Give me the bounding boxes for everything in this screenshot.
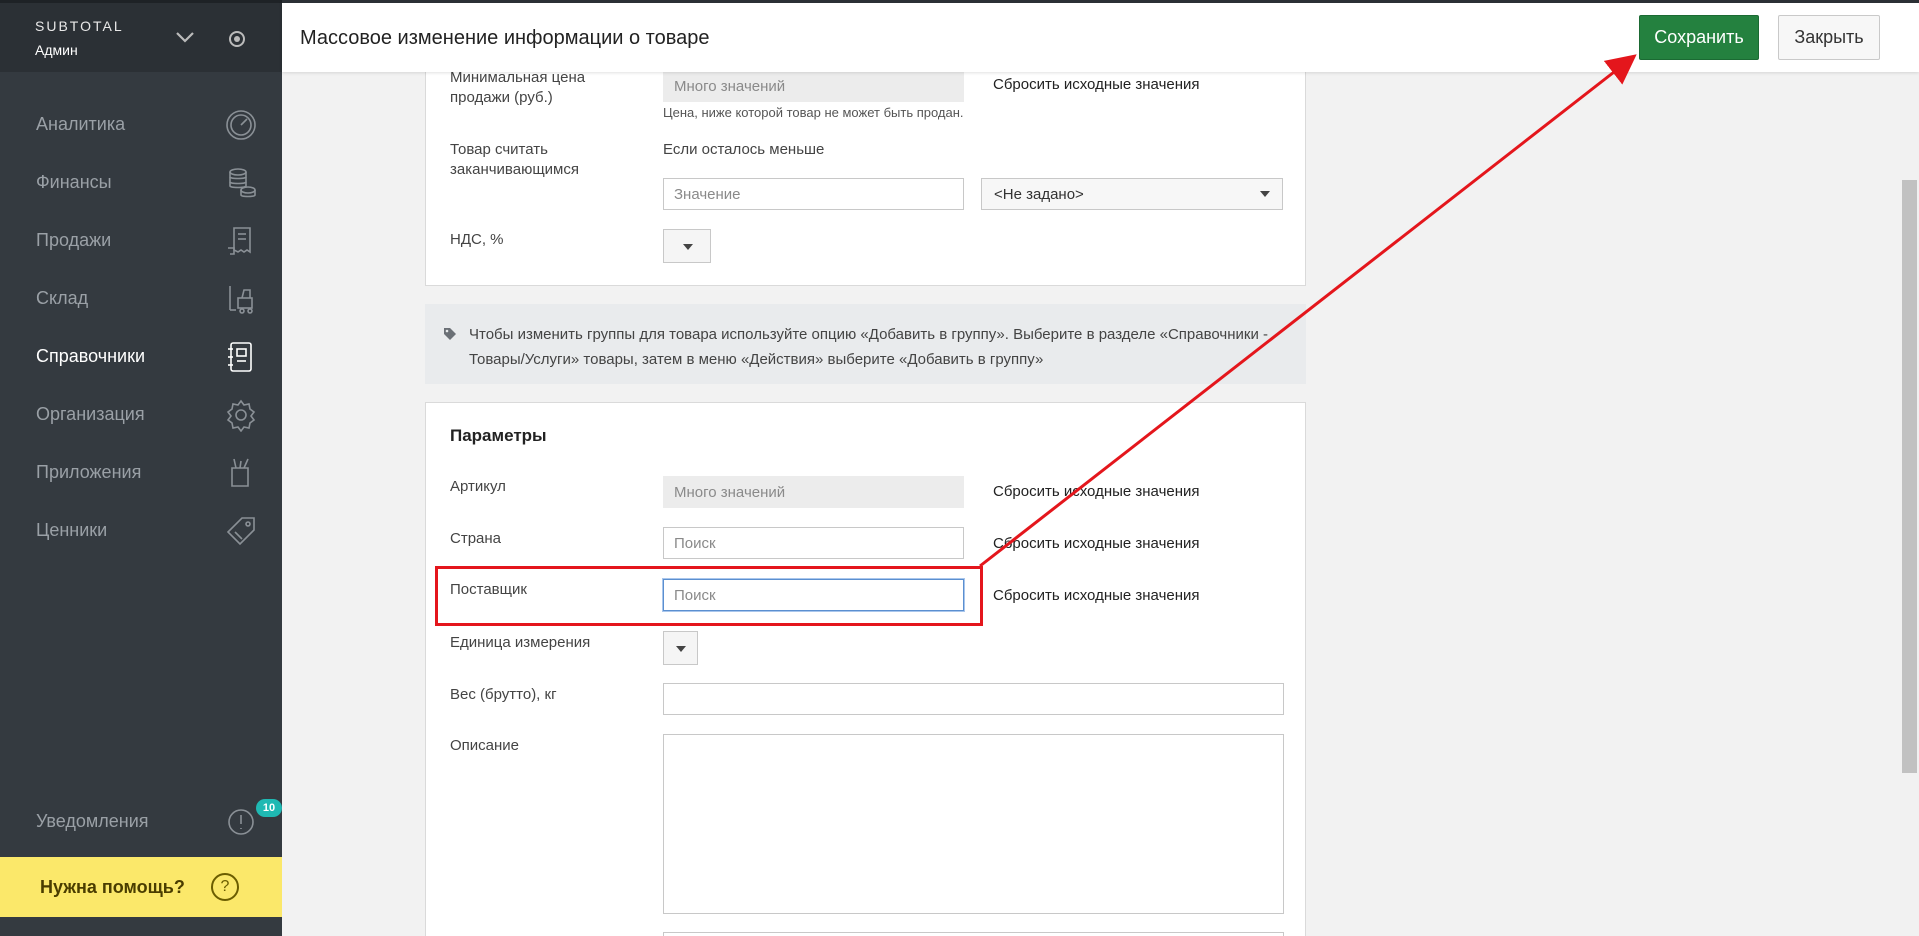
gear-icon [224,398,258,433]
ending-condition-text: Если осталось меньше [663,141,825,158]
article-input[interactable] [663,476,964,508]
help-label: Нужна помощь? [40,877,185,897]
user-name: Админ [35,42,78,58]
caret-down-icon [683,244,693,250]
form-card-main: Минимальная цена продажи (руб.) Сбросить… [425,60,1306,286]
chevron-down-icon[interactable] [174,26,196,48]
ending-unit-selected: <Не задано> [994,186,1084,203]
sidebar-item-label: Продажи [36,230,112,250]
caret-down-icon [676,646,686,652]
unit-label: Единица измерения [450,634,591,651]
min-price-input[interactable] [663,70,964,102]
page-header: Массовое изменение информации о товаре С… [282,0,1919,72]
vat-label: НДС, % [450,231,504,248]
sidebar-item-label: Склад [36,288,89,308]
sidebar-item-price-tags[interactable]: Ценники [0,505,282,557]
brand-name: SUBTOTAL [35,18,124,34]
help-button[interactable]: Нужна помощь? ? [0,857,282,917]
sidebar-item-apps[interactable]: Приложения [0,447,282,499]
min-price-label: Минимальная цена продажи (руб.) [450,69,586,106]
price-tag-icon [224,514,258,548]
tools-icon [224,456,258,490]
sidebar-item-analytics[interactable]: Аналитика [0,99,282,151]
unit-select[interactable] [663,631,698,665]
sidebar-item-references[interactable]: Справочники [0,331,282,383]
notification-count-badge: 10 [256,799,282,817]
country-label: Страна [450,530,502,547]
ending-value-input[interactable] [663,178,964,210]
country-search-input[interactable] [663,527,964,559]
notebook-icon [224,340,258,374]
min-price-hint: Цена, ниже которой товар не может быть п… [663,105,964,120]
groups-info-text: Чтобы изменить группы для товара использ… [469,326,1269,368]
weight-label: Вес (брутто), кг [450,686,557,703]
params-title: Параметры [450,426,547,445]
sidebar-item-label: Ценники [36,520,108,540]
sidebar-item-notifications[interactable]: Уведомления 10 [0,796,282,848]
description-textarea[interactable] [663,734,1284,914]
sidebar-item-label: Финансы [36,172,112,192]
alert-icon [224,805,258,839]
params-card: Параметры Артикул Сбросить исходные знач… [425,402,1306,936]
article-label: Артикул [450,478,506,495]
weight-input[interactable] [663,683,1284,715]
description-label: Описание [450,737,520,754]
receipt-icon [224,224,258,258]
sidebar-item-organization[interactable]: Организация [0,389,282,441]
tag-icon [444,328,456,340]
sidebar-item-label: Аналитика [36,114,126,134]
sidebar-item-label: Уведомления [36,811,149,831]
caret-down-icon [1260,191,1270,197]
reset-country-link[interactable]: Сбросить исходные значения [993,535,1200,552]
ending-unit-select[interactable]: <Не задано> [981,178,1283,210]
gauge-icon [224,108,258,142]
reset-supplier-link[interactable]: Сбросить исходные значения [993,587,1200,604]
ending-stock-label: Товар считать заканчивающимся [450,141,579,178]
groups-info-box: Чтобы изменить группы для товара использ… [425,304,1306,384]
vat-select[interactable] [663,229,711,263]
question-icon: ? [211,873,239,901]
save-button[interactable]: Сохранить [1639,15,1759,60]
sidebar-item-sales[interactable]: Продажи [0,215,282,267]
sidebar-item-finance[interactable]: Финансы [0,157,282,209]
sidebar-item-warehouse[interactable]: Склад [0,273,282,325]
reset-article-link[interactable]: Сбросить исходные значения [993,483,1200,500]
annotation-highlight-box [435,566,983,626]
sidebar: SUBTOTAL Админ Аналитика Финансы Продажи… [0,0,282,936]
coins-icon [224,166,258,200]
forklift-icon [224,282,258,316]
sidebar-item-label: Справочники [36,346,146,366]
next-field-input[interactable] [663,932,1284,936]
sidebar-item-label: Приложения [36,462,142,482]
status-dot-icon[interactable] [229,31,245,47]
sidebar-item-label: Организация [36,404,145,424]
page-title: Массовое изменение информации о товаре [300,27,710,49]
scrollbar-thumb[interactable] [1902,180,1917,773]
close-button[interactable]: Закрыть [1778,15,1880,60]
brand-block[interactable]: SUBTOTAL Админ [0,0,282,72]
reset-min-price-link[interactable]: Сбросить исходные значения [993,76,1200,93]
